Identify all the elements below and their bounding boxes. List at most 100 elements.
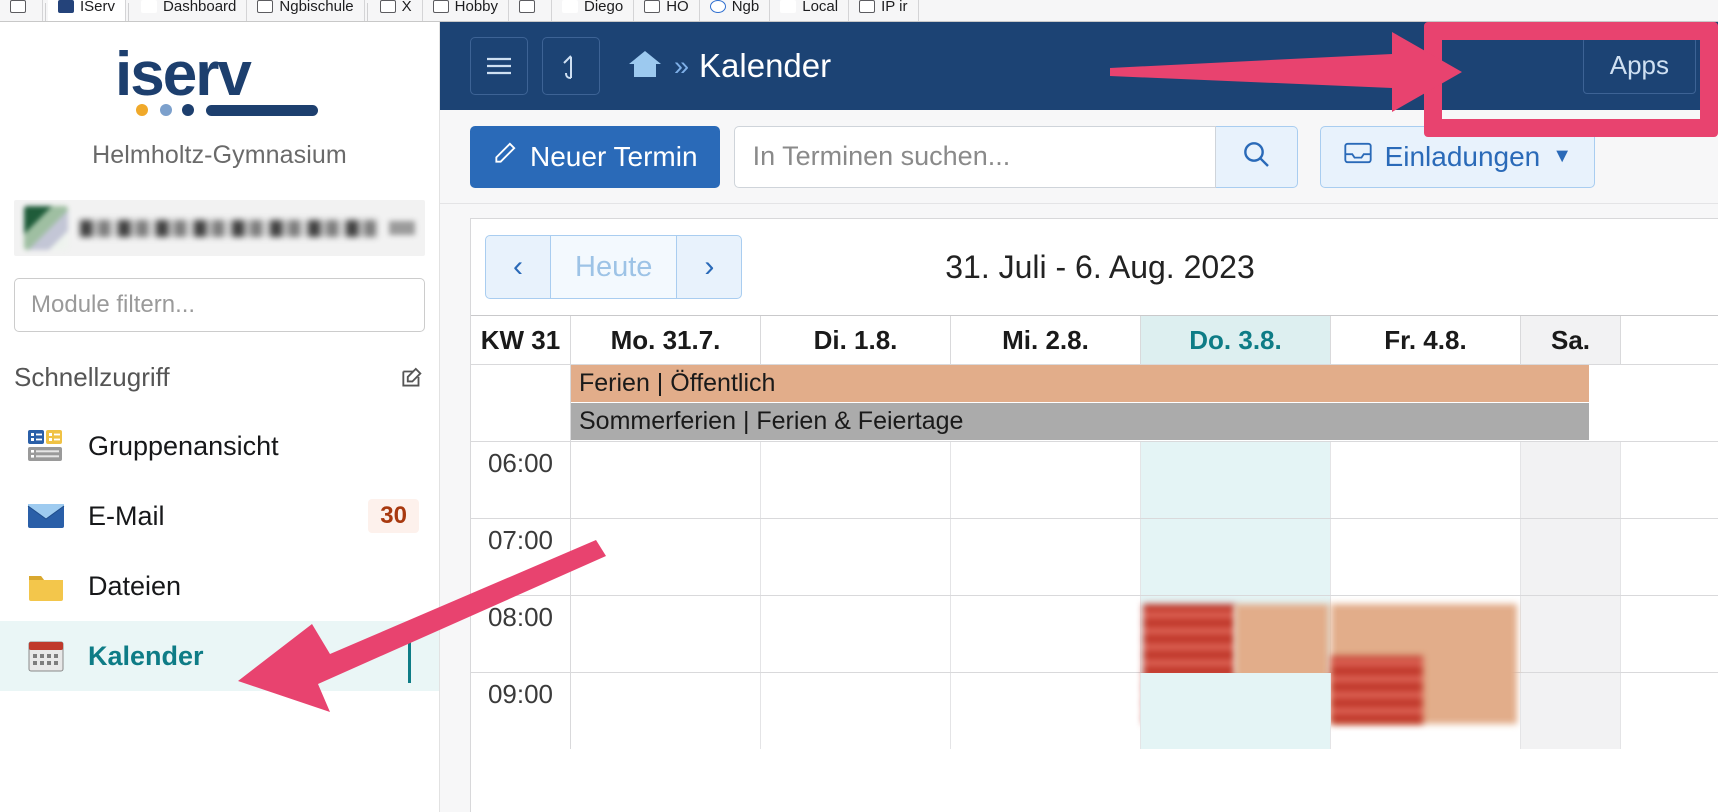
day-header-mo[interactable]: Mo. 31.7. [571, 316, 761, 364]
browser-tab-label: Ngb [731, 0, 760, 15]
browser-tab-label: IP ir [881, 0, 908, 15]
breadcrumb: » Kalender [626, 47, 831, 86]
user-name-redacted [80, 219, 377, 237]
time-cell[interactable] [571, 442, 761, 518]
time-cell-today[interactable] [1141, 673, 1331, 749]
time-cell[interactable] [951, 442, 1141, 518]
time-row: 08:00 [471, 595, 1718, 724]
window-icon [10, 0, 26, 13]
browser-tab[interactable]: Hobby [423, 0, 509, 21]
sidebar-item-gruppenansicht[interactable]: Gruppenansicht [0, 411, 439, 481]
time-cell[interactable] [1521, 596, 1621, 672]
day-header-sa[interactable]: Sa. [1521, 316, 1621, 364]
time-label: 06:00 [471, 442, 571, 518]
app-header: » Kalender Apps [440, 22, 1718, 110]
invitations-label: Einladungen [1384, 140, 1541, 172]
module-filter-input[interactable]: Module filtern... [14, 278, 425, 332]
user-meta-redacted [389, 221, 415, 235]
sidebar-item-kalender[interactable]: Kalender [0, 621, 439, 691]
browser-tab[interactable]: Ngb [700, 0, 771, 21]
time-cell[interactable] [761, 519, 951, 595]
breadcrumb-separator: » [674, 50, 690, 81]
day-header-fr[interactable]: Fr. 4.8. [1331, 316, 1521, 364]
apps-button[interactable]: Apps [1582, 37, 1696, 94]
browser-tab[interactable]: Diego [552, 0, 635, 21]
time-cell[interactable] [1331, 673, 1521, 749]
all-day-row: Ferien | Öffentlich Sommerferien | Ferie… [471, 364, 1718, 441]
browser-tab-label: IServ [80, 0, 116, 15]
time-row: 07:00 [471, 518, 1718, 595]
calendar-toolbar: Neuer Termin In Terminen suchen... Einla… [440, 110, 1718, 204]
iserv-logo[interactable]: iserv [110, 40, 330, 127]
browser-tab[interactable]: Ngbischule [247, 0, 365, 21]
time-cell[interactable] [1521, 519, 1621, 595]
all-day-band: Ferien | Öffentlich Sommerferien | Ferie… [571, 365, 1718, 441]
all-day-event[interactable]: Ferien | Öffentlich [571, 365, 1589, 403]
browser-tab-label: Ngbischule [279, 0, 354, 15]
browser-tab[interactable] [0, 0, 43, 21]
browser-tab-label: X [401, 0, 412, 15]
time-cell[interactable] [1331, 442, 1521, 518]
time-cell[interactable] [571, 519, 761, 595]
avatar [24, 206, 68, 250]
search-input[interactable]: In Terminen suchen... [733, 125, 1216, 188]
search-button[interactable] [1215, 125, 1298, 188]
module-filter-placeholder: Module filtern... [31, 291, 196, 318]
time-cell[interactable] [761, 442, 951, 518]
time-cell[interactable] [761, 673, 951, 749]
browser-tab-label: Diego [584, 0, 624, 15]
next-week-button[interactable]: › [676, 235, 743, 299]
date-nav-buttons: ‹ Heute › [485, 235, 743, 299]
time-grid: 06:00 07:00 08:00 09:00 [471, 441, 1718, 749]
browser-tab[interactable] [509, 0, 552, 21]
time-cell[interactable] [1331, 596, 1521, 724]
sidebar: iserv Helmholtz-Gymnasium Module filtern… [0, 22, 440, 812]
search-placeholder: In Terminen suchen... [752, 141, 1011, 171]
time-cell[interactable] [571, 596, 761, 672]
sidebar-item-email[interactable]: E-Mail 30 [0, 481, 439, 551]
time-cell[interactable] [571, 673, 761, 749]
home-icon[interactable] [626, 47, 664, 86]
time-cell-today[interactable] [1141, 596, 1331, 724]
browser-tab[interactable]: Local [770, 0, 850, 21]
user-profile-row[interactable] [14, 200, 425, 256]
circle-icon [709, 0, 726, 13]
browser-tab[interactable]: IServ [48, 0, 127, 21]
time-label: 09:00 [471, 673, 571, 749]
school-name: Helmholtz-Gymnasium [92, 141, 347, 169]
time-cell[interactable] [951, 519, 1141, 595]
browser-tab[interactable]: HO [634, 0, 700, 21]
time-cell-today[interactable] [1141, 442, 1331, 518]
pencil-icon [492, 140, 518, 173]
day-header-mi[interactable]: Mi. 2.8. [951, 316, 1141, 364]
today-button[interactable]: Heute [551, 235, 677, 299]
time-cell[interactable] [951, 673, 1141, 749]
browser-tab[interactable]: X [370, 0, 423, 21]
browser-tab-label: Dashboard [163, 0, 237, 15]
mail-icon [26, 498, 66, 534]
arrow-up-icon[interactable] [542, 37, 600, 95]
time-cell[interactable] [761, 596, 951, 672]
day-header-di[interactable]: Di. 1.8. [761, 316, 951, 364]
page-title: Kalender [699, 47, 832, 84]
sidebar-item-dateien[interactable]: Dateien [0, 551, 439, 621]
edit-pencil-icon[interactable] [399, 365, 425, 391]
prev-week-button[interactable]: ‹ [485, 235, 551, 299]
invitations-dropdown[interactable]: Einladungen ▼ [1319, 125, 1596, 188]
search-icon [1240, 138, 1272, 175]
tab-divider [128, 3, 130, 21]
all-day-event[interactable]: Sommerferien | Ferien & Feiertage [571, 403, 1589, 441]
browser-tab-strip[interactable]: IServ Dashboard Ngbischule X Hobby Diego… [0, 0, 1718, 22]
new-event-button[interactable]: Neuer Termin [470, 125, 720, 188]
browser-tab[interactable]: Dashboard [131, 0, 248, 21]
time-cell[interactable] [1521, 442, 1621, 518]
time-label: 08:00 [471, 596, 571, 672]
hamburger-menu-icon[interactable] [470, 37, 528, 95]
calendar-icon [26, 638, 66, 674]
day-header-do-today[interactable]: Do. 3.8. [1141, 316, 1331, 364]
time-cell-today[interactable] [1141, 519, 1331, 595]
time-cell[interactable] [1521, 673, 1621, 749]
time-cell[interactable] [951, 596, 1141, 672]
browser-tab[interactable]: IP ir [849, 0, 919, 21]
time-cell[interactable] [1331, 519, 1521, 595]
